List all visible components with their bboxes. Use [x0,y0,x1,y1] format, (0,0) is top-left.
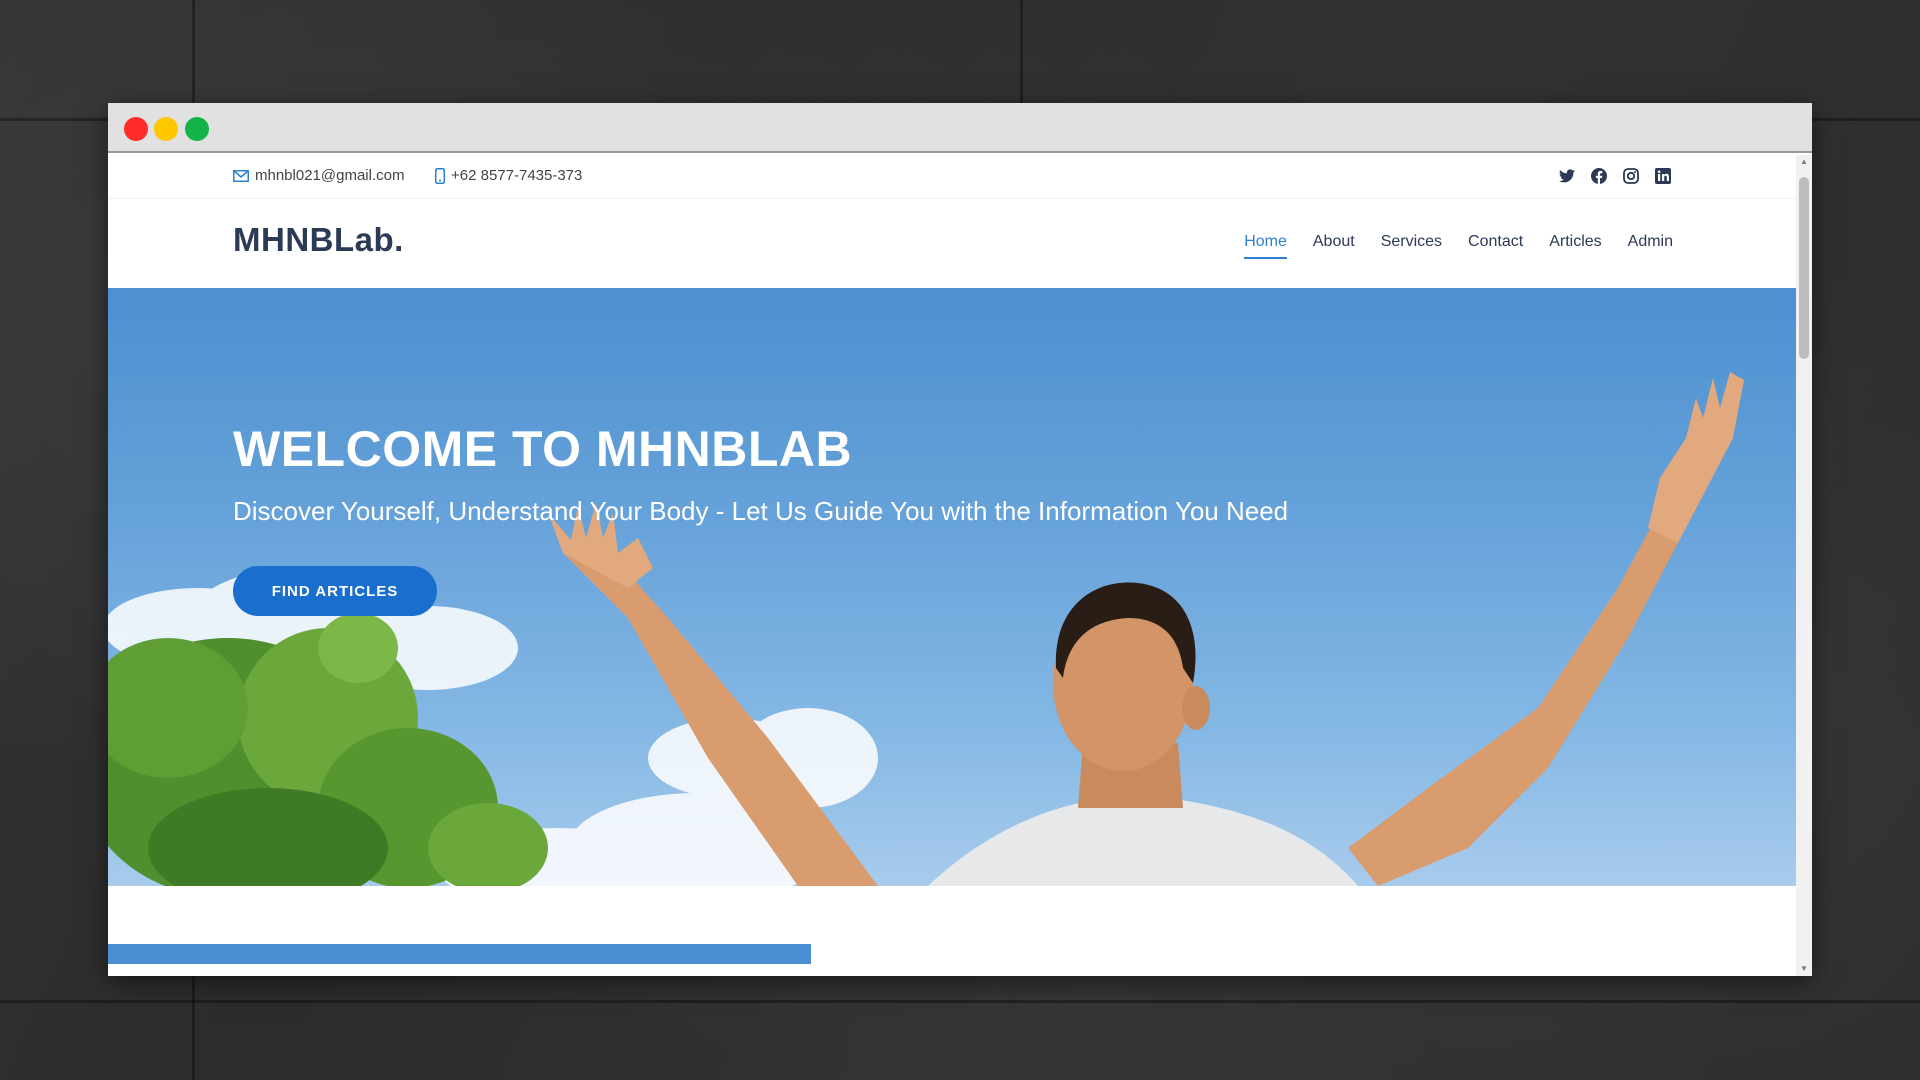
nav-contact[interactable]: Contact [1468,233,1523,259]
maximize-window-button[interactable] [185,117,209,141]
envelope-icon [233,169,249,182]
hero-subtitle: Discover Yourself, Understand Your Body … [233,496,1289,526]
scroll-up-arrow-icon[interactable]: ▲ [1796,155,1812,169]
contact-topbar: mhnbl021@gmail.com +62 8577-7435-373 [108,155,1796,199]
background-texture-line [0,1000,1920,1003]
background-texture-line [0,118,108,121]
instagram-icon[interactable] [1622,167,1640,185]
minimize-window-button[interactable] [154,117,178,141]
contact-phone-text: +62 8577-7435-373 [451,167,583,184]
browser-titlebar [108,103,1812,153]
scroll-down-arrow-icon[interactable]: ▼ [1796,962,1812,976]
site-logo[interactable]: MHNBLab. [233,221,404,259]
main-nav: Home About Services Contact Articles Adm… [1244,233,1673,259]
find-articles-button[interactable]: FIND ARTICLES [233,566,437,616]
page-scrollbar[interactable]: ▲ ▼ [1796,155,1812,976]
contact-email[interactable]: mhnbl021@gmail.com [233,167,404,184]
hero-section: WELCOME TO MHNBLAB Discover Yourself, Un… [108,288,1796,886]
close-window-button[interactable] [124,117,148,141]
linkedin-icon[interactable] [1654,167,1672,185]
nav-admin[interactable]: Admin [1628,233,1673,259]
hero-title: WELCOME TO MHNBLAB [233,421,853,477]
browser-window: mhnbl021@gmail.com +62 8577-7435-373 MHN… [108,103,1812,976]
phone-icon [435,167,445,184]
page-viewport: mhnbl021@gmail.com +62 8577-7435-373 MHN… [108,155,1796,976]
nav-services[interactable]: Services [1381,233,1442,259]
background-texture-line [1020,0,1023,103]
scrollbar-thumb[interactable] [1799,177,1809,359]
nav-home[interactable]: Home [1244,233,1287,259]
nav-articles[interactable]: Articles [1549,233,1601,259]
section-divider-bar [108,944,811,964]
contact-email-text: mhnbl021@gmail.com [255,167,405,184]
nav-about[interactable]: About [1313,233,1355,259]
social-links [1558,167,1672,185]
twitter-icon[interactable] [1558,167,1576,185]
facebook-icon[interactable] [1590,167,1608,185]
background-texture-line [1812,118,1920,121]
site-header: MHNBLab. Home About Services Contact Art… [108,199,1796,287]
contact-phone[interactable]: +62 8577-7435-373 [435,167,582,184]
